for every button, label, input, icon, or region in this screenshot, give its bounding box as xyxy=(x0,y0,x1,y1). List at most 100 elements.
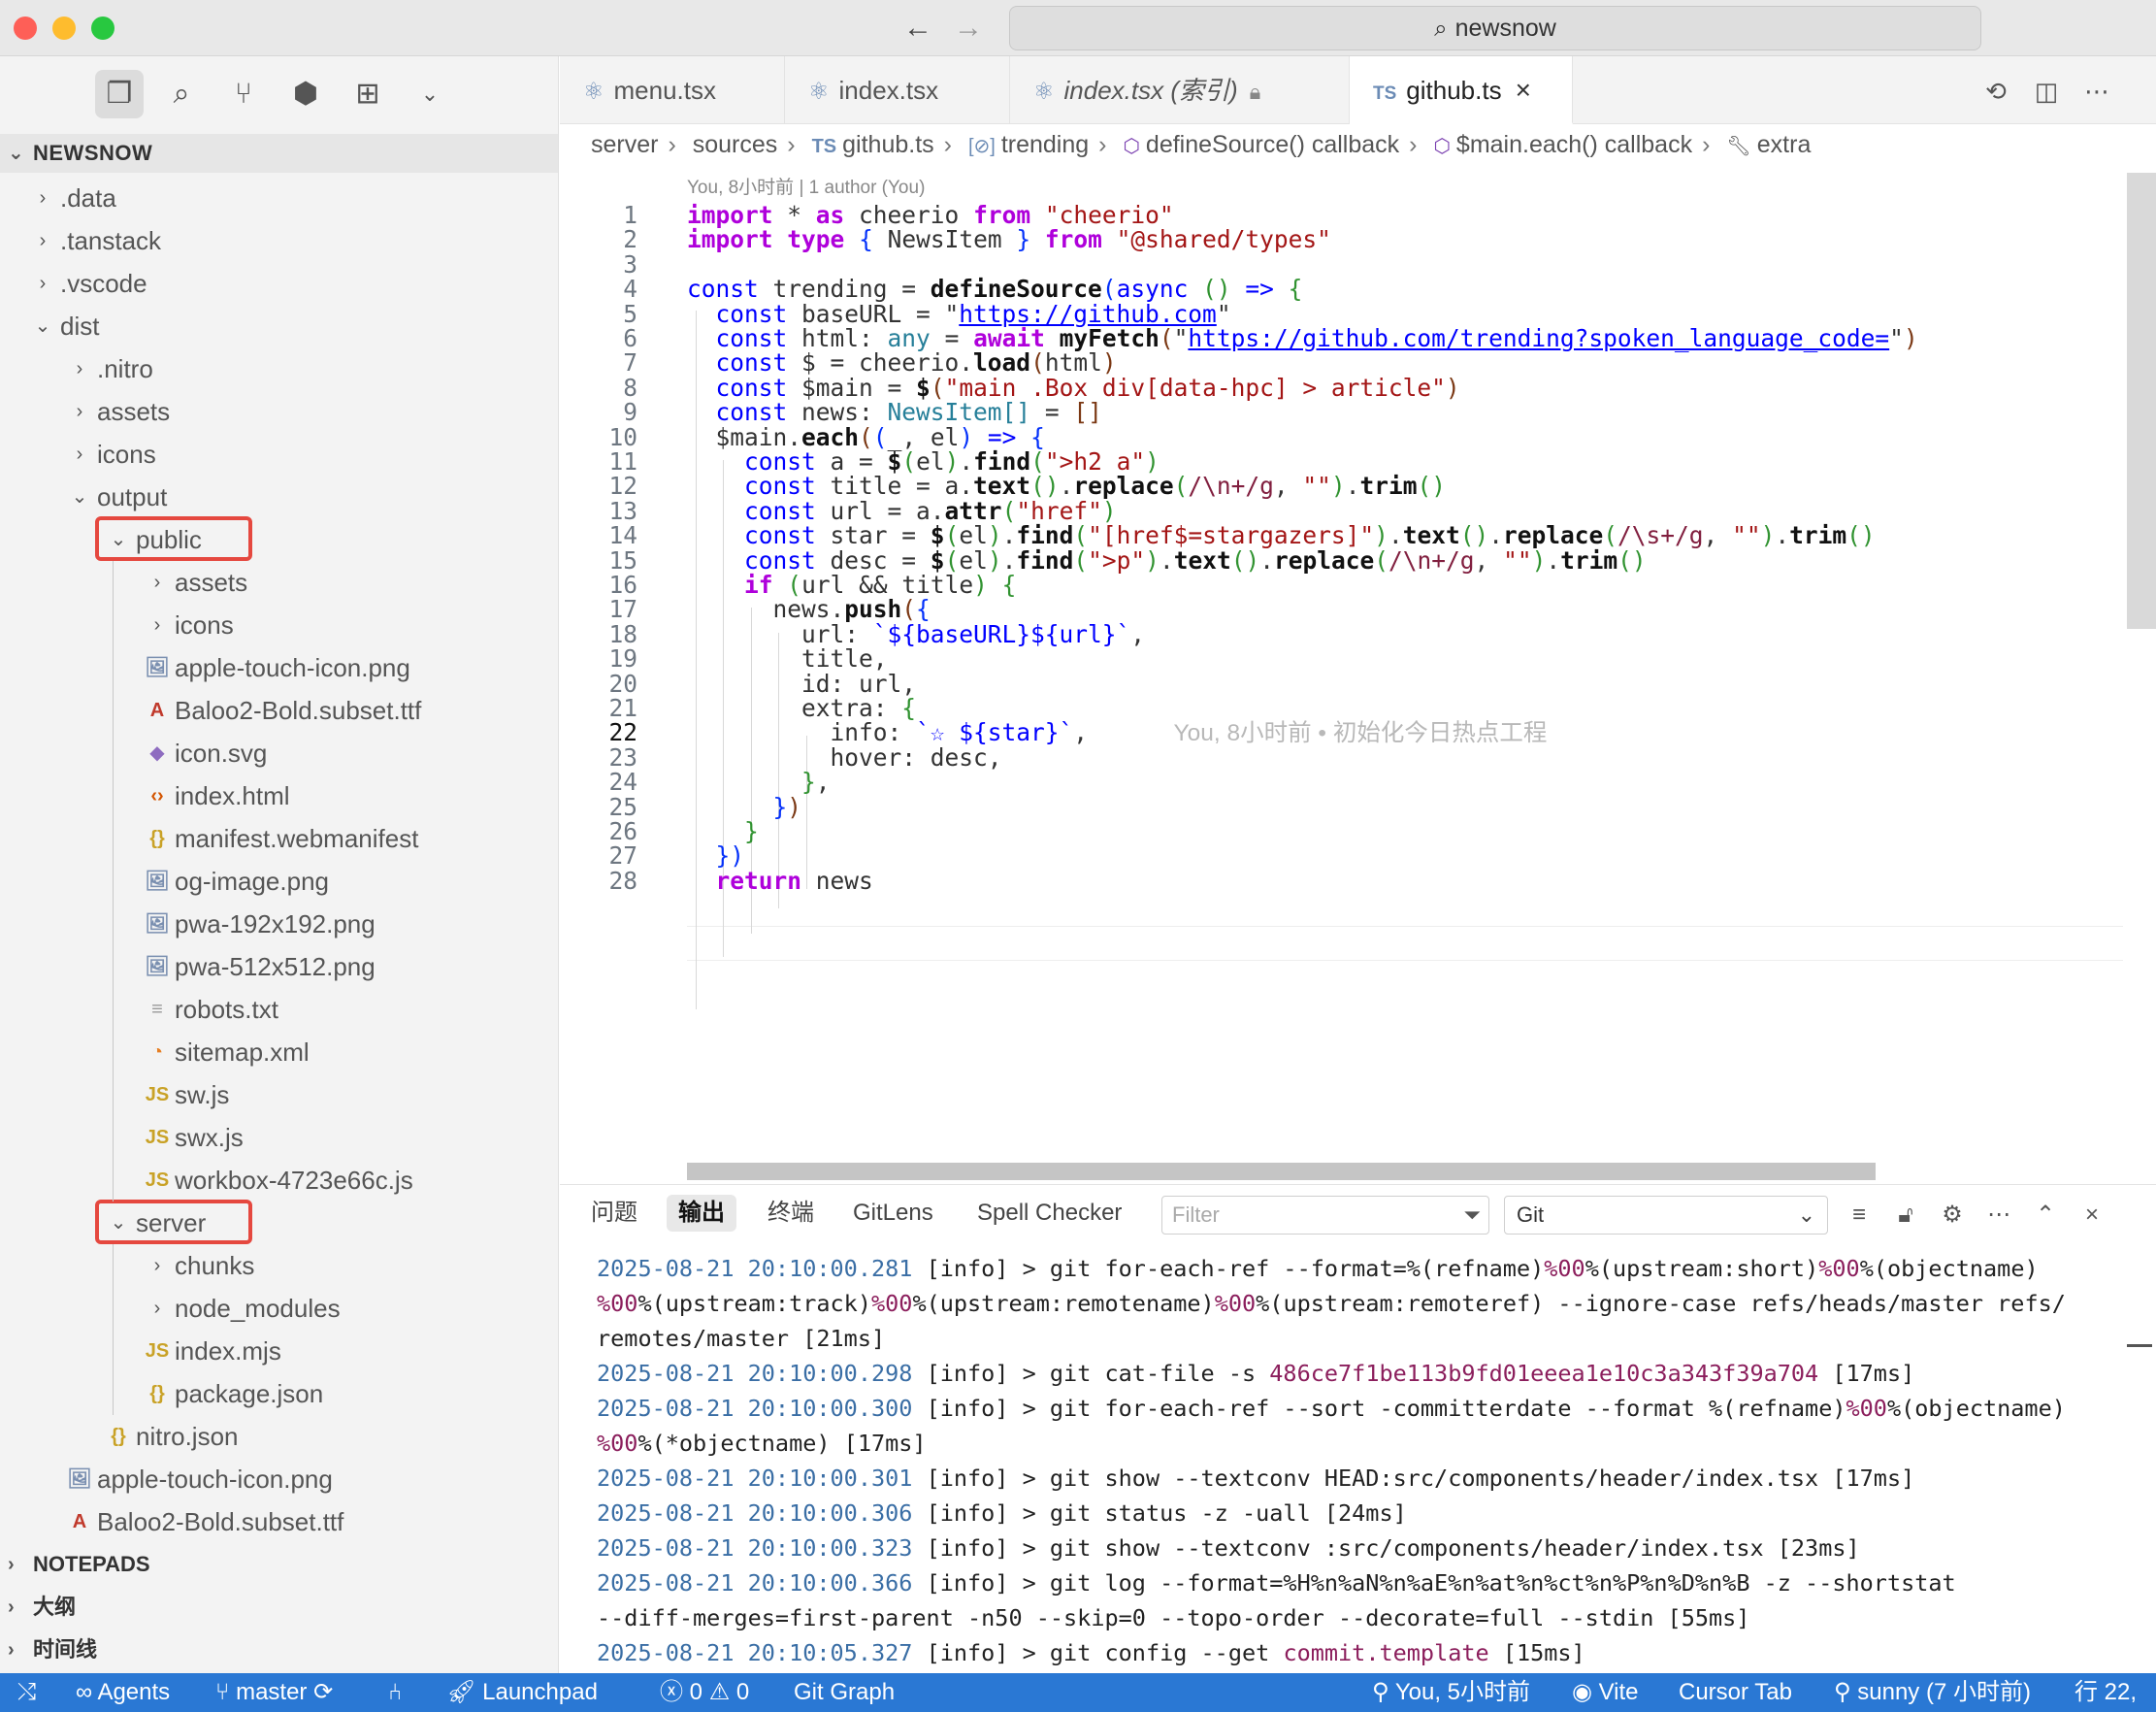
tab-github-ts[interactable]: TS github.ts × xyxy=(1350,56,1573,124)
vertical-scrollbar[interactable] xyxy=(2127,173,2156,629)
tree-file[interactable]: ◔ sitemap.xml xyxy=(0,1031,558,1073)
clear-output-icon[interactable]: ≡ xyxy=(1843,1199,1876,1232)
agents-item[interactable]: ∞ Agents xyxy=(76,1673,170,1712)
maximize-panel-icon[interactable]: ⌃ xyxy=(2029,1199,2062,1232)
breadcrumb-item[interactable]: github.ts xyxy=(842,131,934,158)
tree-folder[interactable]: › assets xyxy=(0,390,558,433)
tab-output[interactable]: 输出 xyxy=(667,1195,736,1232)
code-line[interactable]: 28 return news xyxy=(560,864,2156,899)
tree-file[interactable]: JS workbox-4723e66c.js xyxy=(0,1159,558,1202)
tree-folder[interactable]: ⌄ dist xyxy=(0,305,558,347)
tab-gitlens[interactable]: GitLens xyxy=(841,1195,945,1232)
cursor-tab-item[interactable]: Cursor Tab xyxy=(1679,1673,1792,1712)
section-outline[interactable]: › 大纲 xyxy=(0,1586,558,1629)
close-icon[interactable]: × xyxy=(2075,1199,2108,1232)
more-actions-icon[interactable]: ⋯ xyxy=(2077,72,2116,111)
lock-scroll-icon[interactable]: 🔓︎ xyxy=(1889,1199,1922,1232)
tab-terminal[interactable]: 终端 xyxy=(756,1195,826,1232)
author-item[interactable]: ⚲ sunny (7 小时前) xyxy=(1834,1673,2031,1712)
filter-input[interactable]: Filter ⏷ xyxy=(1161,1196,1489,1235)
section-notepads[interactable]: › NOTEPADS xyxy=(0,1543,558,1586)
search-icon[interactable]: ⌕ xyxy=(157,70,206,118)
tab-index-tsx[interactable]: ⚛ index.tsx xyxy=(785,56,1010,124)
cursor-position[interactable]: 行 22, xyxy=(2074,1673,2137,1712)
tree-file[interactable]: JS sw.js xyxy=(0,1073,558,1116)
explorer-icon[interactable]: ❐ xyxy=(95,70,144,118)
tree-file[interactable]: JS swx.js xyxy=(0,1116,558,1159)
tree-file[interactable]: ‹› index.html xyxy=(0,774,558,817)
breadcrumb-item[interactable]: sources xyxy=(693,131,778,158)
tree-file[interactable]: 🖼︎ apple-touch-icon.png xyxy=(0,646,558,689)
tab-spell-checker[interactable]: Spell Checker xyxy=(965,1195,1133,1232)
tree-file[interactable]: ≡ robots.txt xyxy=(0,988,558,1031)
tree-item-label: output xyxy=(97,482,168,511)
tree-file[interactable]: A Baloo2-Bold.subset.ttf xyxy=(0,1500,558,1543)
graph-icon[interactable]: ⑃ xyxy=(388,1673,402,1712)
tab-problems[interactable]: 问题 xyxy=(579,1195,649,1232)
back-arrow-icon[interactable]: ← xyxy=(898,10,937,47)
filter-funnel-icon[interactable]: ⏷ xyxy=(1463,1197,1481,1234)
tab-index-tsx-index[interactable]: ⚛ index.tsx (索引) 🔒︎ xyxy=(1010,56,1350,124)
tree-folder[interactable]: ⌄ public xyxy=(0,518,558,561)
breadcrumb-item[interactable]: trending xyxy=(1001,131,1089,158)
package-icon[interactable]: ⬢ xyxy=(281,70,330,118)
tree-item-label: pwa-512x512.png xyxy=(175,952,376,981)
tree-folder[interactable]: › assets xyxy=(0,561,558,604)
launchpad-item[interactable]: 🚀︎ Launchpad xyxy=(446,1673,598,1712)
tree-item-label: sitemap.xml xyxy=(175,1037,310,1067)
tree-folder[interactable]: › .tanstack xyxy=(0,219,558,262)
output-channel-select[interactable]: Git ⌄ xyxy=(1504,1196,1828,1235)
tree-file[interactable]: {} package.json xyxy=(0,1372,558,1415)
chevron-down-icon[interactable]: ⌄ xyxy=(406,70,454,118)
source-control-icon[interactable]: ⑂ xyxy=(219,70,268,118)
breadcrumb-item[interactable]: defineSource() callback xyxy=(1146,131,1399,158)
tree-file[interactable]: ◆ icon.svg xyxy=(0,732,558,774)
tree-folder[interactable]: › .data xyxy=(0,177,558,219)
tree-folder[interactable]: › .nitro xyxy=(0,347,558,390)
more-actions-icon[interactable]: ⋯ xyxy=(1982,1199,2015,1232)
tree-file[interactable]: 🖼︎ pwa-512x512.png xyxy=(0,945,558,988)
vite-item[interactable]: ◉ Vite xyxy=(1572,1673,1639,1712)
close-window-button[interactable] xyxy=(14,16,37,40)
code-view[interactable]: 1 import * as cheerio from "cheerio" 2 impo… xyxy=(560,198,2156,1169)
tree-folder[interactable]: › chunks xyxy=(0,1244,558,1287)
extensions-icon[interactable]: ⊞ xyxy=(343,70,392,118)
maximize-window-button[interactable] xyxy=(91,16,114,40)
minimize-window-button[interactable] xyxy=(52,16,76,40)
output-log[interactable]: 2025-08-21 20:10:00.281 [info] > git for… xyxy=(597,1251,2130,1670)
indent-guide xyxy=(113,561,114,1202)
tree-folder[interactable]: › .vscode xyxy=(0,262,558,305)
tree-file[interactable]: 🖼︎ apple-touch-icon.png xyxy=(0,1458,558,1500)
explorer-header[interactable]: ⌄ NEWSNOW xyxy=(0,134,558,173)
breadcrumb-item[interactable]: extra xyxy=(1757,131,1812,158)
section-timeline[interactable]: › 时间线 xyxy=(0,1629,558,1671)
branch-item[interactable]: ⑂ master ⟳ xyxy=(215,1673,333,1712)
tree-file[interactable]: 🖼︎ pwa-192x192.png xyxy=(0,903,558,945)
horizontal-scrollbar[interactable] xyxy=(687,1163,1876,1180)
tree-folder[interactable]: › icons xyxy=(0,604,558,646)
command-center-search[interactable]: ⌕ newsnow xyxy=(1009,6,1981,50)
split-editor-icon[interactable]: ◫ xyxy=(2027,72,2066,111)
tree-folder[interactable]: › icons xyxy=(0,433,558,476)
blame-header[interactable]: You, 8小时前 | 1 author (You) xyxy=(687,173,925,199)
tree-folder[interactable]: ⌄ server xyxy=(0,1202,558,1244)
gear-icon[interactable]: ⚙ xyxy=(1936,1199,1969,1232)
tree-file[interactable]: 🖼︎ og-image.png xyxy=(0,860,558,903)
breadcrumb-item[interactable]: $main.each() callback xyxy=(1456,131,1692,158)
close-icon[interactable]: × xyxy=(1516,56,1531,124)
git-graph-item[interactable]: Git Graph xyxy=(794,1673,895,1712)
tree-file[interactable]: {} manifest.webmanifest xyxy=(0,817,558,860)
remote-icon[interactable]: ⤭ xyxy=(17,1673,36,1712)
breadcrumb-item[interactable]: server xyxy=(591,131,658,158)
problems-item[interactable]: ⓧ 0 ⚠ 0 xyxy=(660,1673,749,1712)
tree-file[interactable]: JS index.mjs xyxy=(0,1330,558,1372)
tree-file[interactable]: A Baloo2-Bold.subset.ttf xyxy=(0,689,558,732)
tree-folder[interactable]: ⌄ output xyxy=(0,476,558,518)
js-file-icon: JS xyxy=(145,1084,170,1105)
tree-folder[interactable]: › node_modules xyxy=(0,1287,558,1330)
timeline-history-icon[interactable]: ⟲ xyxy=(1976,72,2015,111)
tab-menu-tsx[interactable]: ⚛ menu.tsx xyxy=(560,56,785,124)
tree-file[interactable]: {} nitro.json xyxy=(0,1415,558,1458)
blame-item[interactable]: ⚲ You, 5小时前 xyxy=(1372,1673,1530,1712)
forward-arrow-icon[interactable]: → xyxy=(949,10,988,47)
